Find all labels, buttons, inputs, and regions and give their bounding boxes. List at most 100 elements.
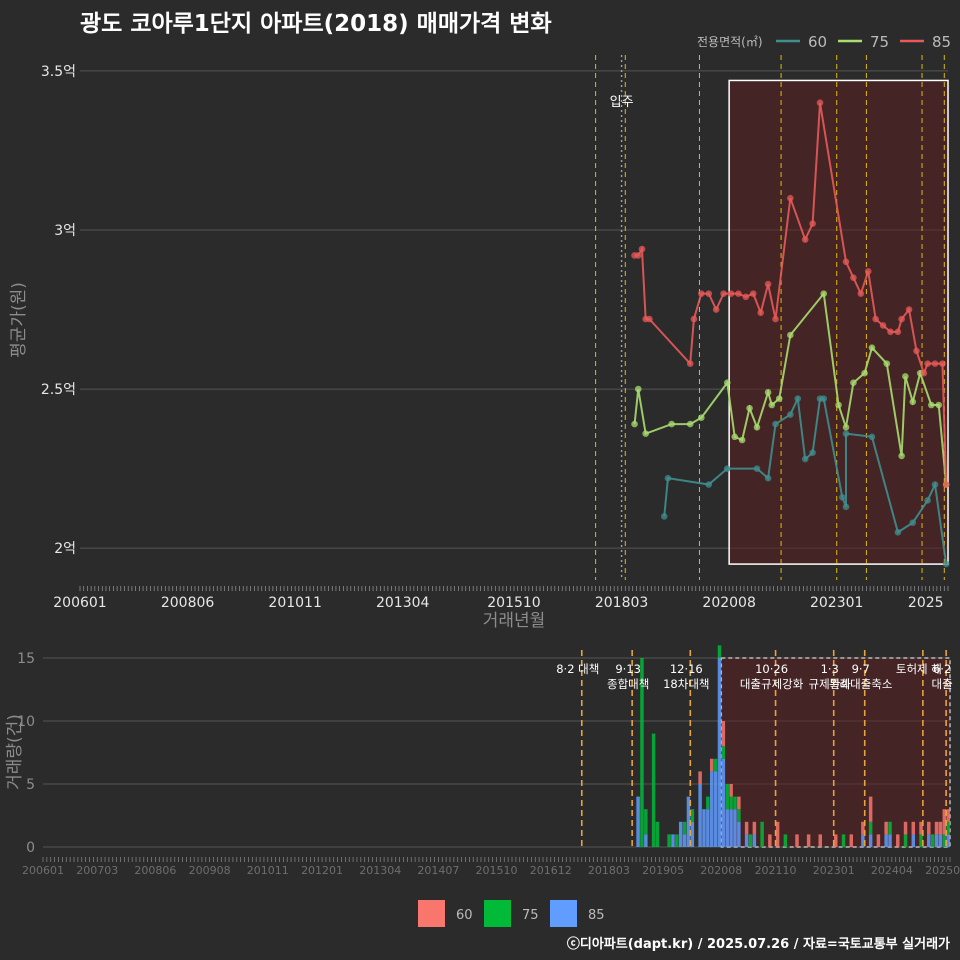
volume-bar-75 [733,796,737,810]
legend-key-75 [484,900,511,927]
y-tick-label: 3.5억 [41,64,76,80]
data-point-60 [753,465,761,472]
volume-bar-60 [834,834,838,847]
volume-bar-75 [655,821,660,847]
volume-bar-60 [868,796,873,822]
x-tick-label: 201304 [376,595,430,611]
volume-bar-85 [888,834,892,847]
data-point-85 [757,309,764,317]
x-tick-label: 202008 [702,595,755,611]
data-point-60 [772,420,779,428]
x-tick-label: 202506 [925,864,960,877]
data-point-75 [883,360,891,367]
policy-label: 12·16 [670,662,703,676]
volume-bar-60 [911,821,916,835]
x-tick-label: 202110 [755,864,797,877]
policy-label: 9·13 [615,662,641,676]
x-tick-label: 201905 [642,864,684,877]
volume-bar-75 [930,834,935,847]
x-tick-label: 200908 [189,864,231,877]
volume-bar-85 [678,821,683,847]
x-tick-label: 202301 [813,864,855,877]
x-tick-label: 202301 [810,595,863,611]
volume-bar-75 [721,746,726,759]
data-point-60 [838,493,846,501]
data-point-85 [705,290,713,297]
data-point-85 [842,258,850,266]
data-point-85 [698,290,705,297]
volume-bar-60 [806,834,811,847]
volume-bar-75 [737,809,741,822]
volume-bar-60 [721,721,726,747]
y-tick-label: 15 [17,651,35,667]
data-point-75 [746,404,753,412]
volume-bar-60 [903,821,908,835]
data-point-85 [735,290,742,297]
data-point-75 [731,433,739,441]
policy-label: 특례대출축소 [829,677,892,691]
y-tick-label: 3억 [54,223,76,239]
data-point-85 [920,369,928,377]
volume-bar-75 [690,809,695,822]
data-point-75 [820,290,828,297]
data-point-60 [820,395,828,402]
data-point-75 [842,423,850,431]
data-point-85 [879,322,887,329]
legend-label-60: 60 [456,908,473,923]
volume-bar-60 [946,809,950,822]
policy-label: 10·26 [755,662,788,676]
data-point-85 [942,481,950,488]
data-point-75 [738,436,746,444]
volume-bar-85 [698,784,702,847]
volume-bar-60 [876,834,881,847]
y-tick-label: 0 [26,840,35,856]
source-credit: ⓒ디아파트(dapt.kr) / 2025.07.26 / 자료=국토교통부 실… [566,937,950,952]
data-point-75 [753,423,761,431]
data-point-75 [861,369,868,377]
data-point-85 [712,306,720,313]
volume-bar-60 [818,834,823,847]
data-point-85 [727,290,735,297]
data-point-85 [742,293,750,301]
y-tick-label: 2.5억 [41,382,76,398]
volume-bar-85 [744,834,749,847]
x-tick-label: 201510 [476,864,518,877]
data-point-85 [872,315,879,323]
volume-bar-60 [698,771,702,784]
volume-bar-60 [744,821,749,835]
x-tick-label: 201011 [268,595,321,611]
volume-bar-75 [706,796,710,810]
volume-bar-85 [752,834,757,847]
policy-label: 대출규제강화 [740,677,804,691]
volume-bar-85 [682,834,687,847]
volume-bar-60 [737,796,741,810]
data-point-75 [634,385,642,393]
x-tick-label: 202404 [871,864,913,877]
data-point-60 [894,528,902,536]
data-point-60 [787,411,794,418]
volume-bar-chart: 0510158·2 대책 9·13종합대책12·1618차대책10·26대출규제강… [5,645,960,927]
volume-bar-75 [717,645,722,658]
data-point-85 [939,360,946,367]
x-tick-label: 201407 [417,864,459,877]
volume-bar-85 [884,834,888,847]
data-point-75 [787,331,794,339]
data-point-75 [909,398,917,406]
legend-label-85: 85 [932,33,951,51]
volume-bar-60 [709,758,714,772]
data-point-85 [634,252,642,259]
data-point-60 [842,430,850,437]
volume-bar-75 [651,733,656,847]
volume-bar-85 [911,834,916,847]
volume-bar-85 [938,834,943,847]
policy-label: 9·7 [852,662,870,676]
data-point-75 [698,414,705,422]
volume-bar-85 [702,809,706,847]
data-point-85 [686,360,694,367]
data-point-85 [857,290,865,297]
x-tick-label: 201510 [487,595,540,611]
volume-bar-85 [737,821,741,847]
data-point-85 [913,347,920,355]
volume-bar-60 [795,834,799,847]
data-point-75 [764,388,772,396]
